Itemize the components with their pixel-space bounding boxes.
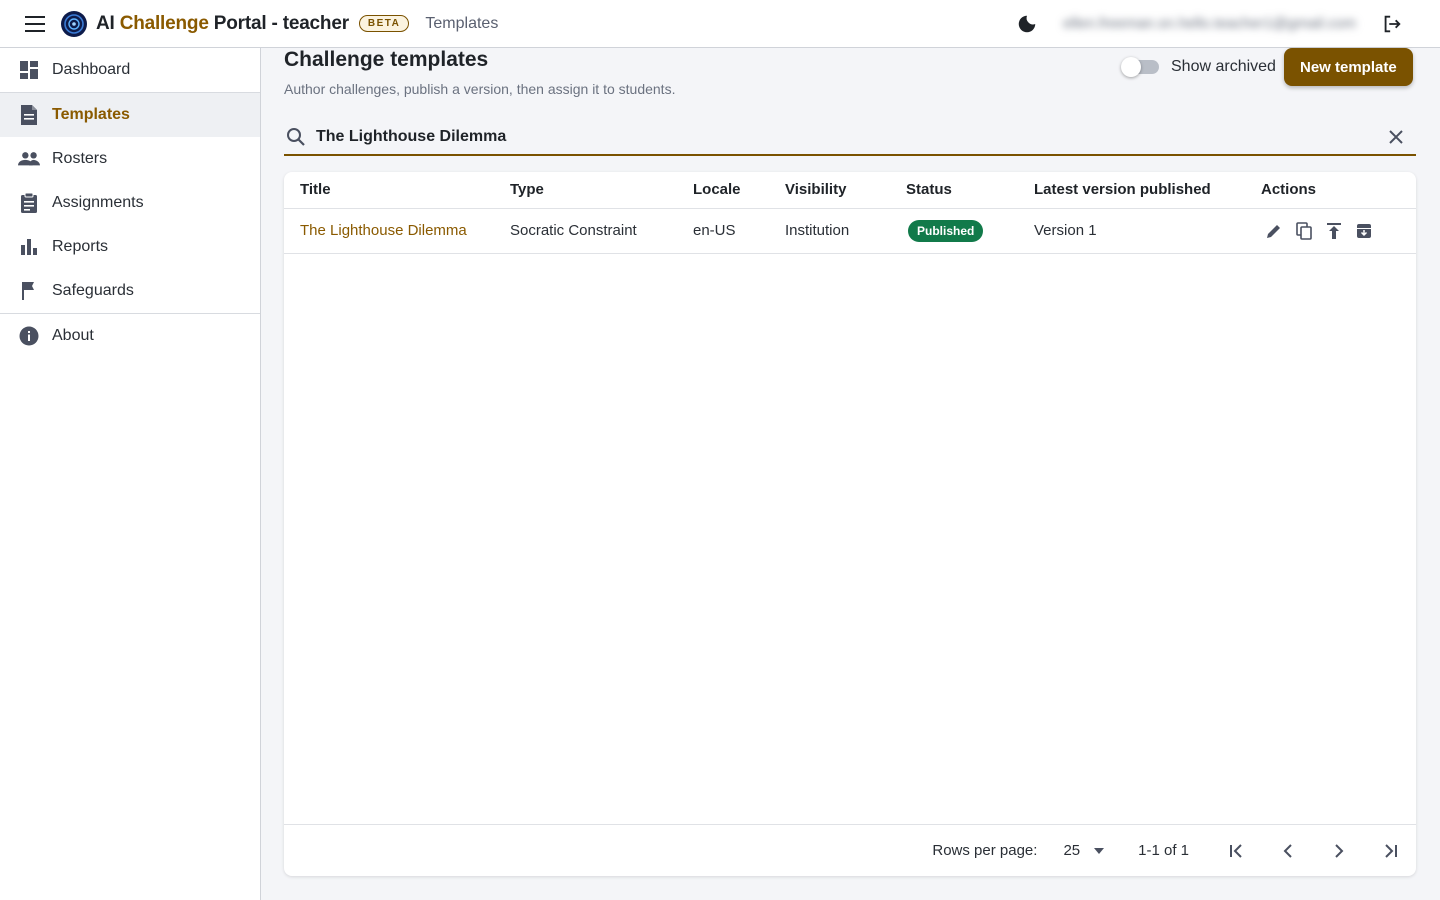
template-visibility: Institution [785, 208, 906, 254]
sidebar-item-rosters[interactable]: Rosters [0, 137, 260, 181]
table-pagination: Rows per page: 25 1-1 of 1 [284, 824, 1416, 876]
last-page-button[interactable] [1370, 831, 1410, 871]
template-title-link[interactable]: The Lighthouse Dilemma [300, 222, 467, 239]
pencil-icon [1267, 224, 1280, 238]
sidebar: Dashboard Templates Rosters Assignments … [0, 48, 261, 900]
template-locale: en-US [693, 208, 785, 254]
sidebar-item-label: Templates [52, 106, 130, 123]
theme-toggle-button[interactable] [1011, 8, 1043, 40]
pagination-range: 1-1 of 1 [1138, 842, 1189, 859]
sidebar-item-reports[interactable]: Reports [0, 225, 260, 269]
beta-badge: BETA [358, 15, 410, 32]
app-logo-icon [61, 10, 87, 37]
publish-upload-icon [1327, 222, 1341, 239]
logout-button[interactable] [1376, 8, 1408, 40]
sidebar-item-label: About [52, 327, 94, 344]
search-field [284, 120, 1416, 156]
caret-down-icon [1094, 847, 1105, 854]
sidebar-item-assignments[interactable]: Assignments [0, 181, 260, 225]
template-latest-version: Version 1 [1034, 208, 1261, 254]
breadcrumb: Templates [425, 14, 499, 32]
edit-button[interactable] [1261, 218, 1287, 244]
sidebar-item-label: Rosters [52, 150, 108, 167]
row-actions [1261, 218, 1416, 244]
archive-icon [1357, 223, 1371, 238]
sidebar-item-templates[interactable]: Templates [0, 93, 260, 137]
people-icon [18, 148, 40, 170]
copy-icon [1296, 221, 1312, 240]
page-title: Challenge templates [284, 48, 489, 71]
clear-search-button[interactable] [1384, 125, 1408, 149]
top-app-bar: AI Challenge Portal - teacher BETA Templ… [0, 0, 1440, 48]
first-page-icon [1230, 843, 1242, 858]
sidebar-item-dashboard[interactable]: Dashboard [0, 48, 260, 92]
close-icon [1389, 130, 1403, 144]
sidebar-item-label: Dashboard [52, 61, 131, 78]
flag-icon [18, 280, 40, 302]
template-type: Socratic Constraint [510, 208, 693, 254]
column-header-title[interactable]: Title [284, 172, 510, 209]
sidebar-item-label: Assignments [52, 194, 144, 211]
column-header-status[interactable]: Status [906, 172, 1034, 209]
logout-icon [1384, 15, 1401, 32]
first-page-button[interactable] [1217, 831, 1257, 871]
chevron-left-icon [1283, 843, 1292, 858]
sidebar-item-safeguards[interactable]: Safeguards [0, 269, 260, 313]
app-title: AI Challenge Portal - teacher [96, 12, 349, 34]
last-page-icon [1385, 843, 1397, 858]
user-email: ellen.freeman.sn.hello.teacher1@gmail.co… [1063, 15, 1356, 32]
chevron-right-icon [1335, 843, 1344, 858]
next-page-button[interactable] [1319, 831, 1359, 871]
hamburger-menu-icon [25, 15, 45, 32]
menu-button[interactable] [20, 8, 52, 40]
main-content: Challenge templates Author challenges, p… [261, 48, 1440, 900]
search-icon [284, 125, 308, 149]
column-header-locale[interactable]: Locale [693, 172, 785, 209]
column-header-latest-version[interactable]: Latest version published [1034, 172, 1261, 209]
column-header-visibility[interactable]: Visibility [785, 172, 906, 209]
rows-per-page-label: Rows per page: [932, 842, 1038, 859]
bar-chart-icon [18, 236, 40, 258]
show-archived-toggle[interactable]: Show archived [1121, 57, 1276, 77]
search-input[interactable] [316, 128, 1384, 146]
clipboard-icon [18, 192, 40, 214]
page-subtitle: Author challenges, publish a version, th… [284, 81, 676, 97]
switch-knob [1121, 57, 1141, 77]
column-header-type[interactable]: Type [510, 172, 693, 209]
dashboard-icon [18, 59, 40, 81]
document-icon [18, 104, 40, 126]
table-row: The Lighthouse Dilemma Socratic Constrai… [284, 208, 1416, 254]
rows-per-page-value: 25 [1063, 842, 1081, 859]
templates-table-card: Title Type Locale Visibility Status Late… [284, 172, 1416, 876]
show-archived-switch[interactable] [1121, 57, 1159, 77]
info-icon [18, 325, 40, 347]
previous-page-button[interactable] [1268, 831, 1308, 871]
publish-button[interactable] [1321, 218, 1347, 244]
sidebar-item-label: Safeguards [52, 282, 134, 299]
sidebar-item-about[interactable]: About [0, 314, 260, 358]
status-badge: Published [908, 219, 984, 242]
templates-table: Title Type Locale Visibility Status Late… [284, 172, 1416, 254]
show-archived-label: Show archived [1171, 58, 1276, 75]
table-header-row: Title Type Locale Visibility Status Late… [284, 172, 1416, 209]
new-template-button[interactable]: New template [1284, 48, 1413, 86]
moon-icon [1018, 15, 1036, 32]
archive-button[interactable] [1351, 218, 1377, 244]
column-header-actions: Actions [1261, 172, 1416, 209]
sidebar-item-label: Reports [52, 238, 109, 255]
duplicate-button[interactable] [1291, 218, 1317, 244]
rows-per-page-select[interactable]: 25 [1063, 842, 1105, 859]
